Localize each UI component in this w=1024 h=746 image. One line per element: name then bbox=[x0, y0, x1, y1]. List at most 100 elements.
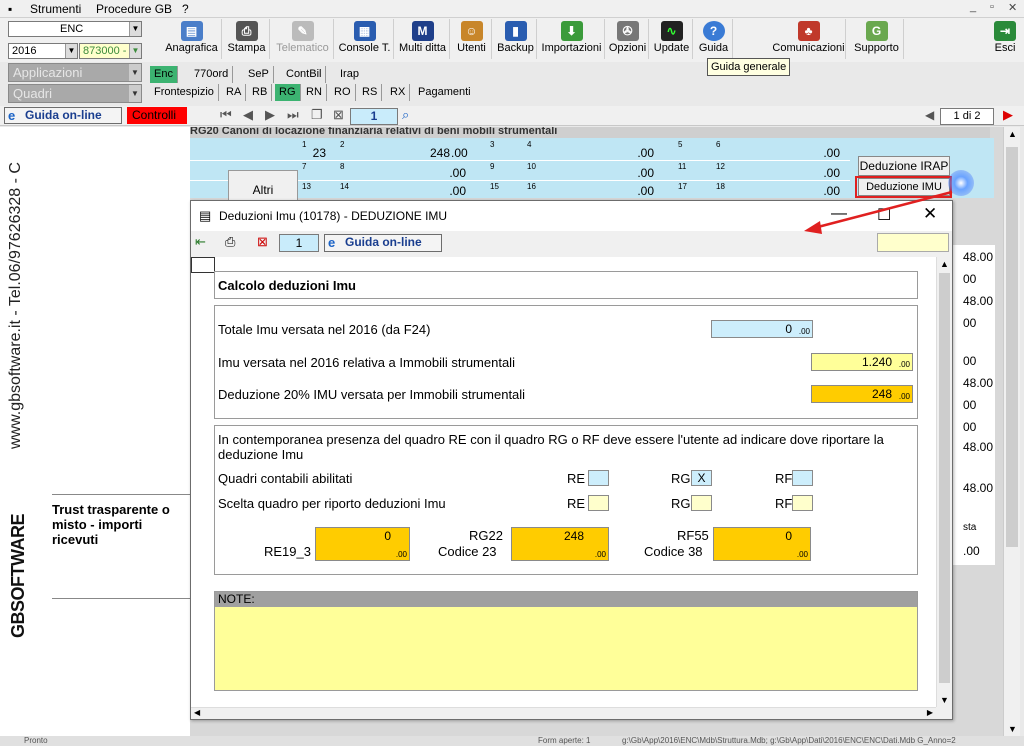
main-scrollbar[interactable]: ▲ ▼ bbox=[1003, 127, 1020, 736]
note-textarea[interactable] bbox=[215, 607, 917, 690]
tab-contbil[interactable]: ContBil bbox=[282, 66, 327, 83]
download-icon: ⬇ bbox=[560, 21, 583, 41]
rg-scelta-checkbox[interactable] bbox=[691, 495, 712, 511]
telematico-button[interactable]: ✎ Telematico bbox=[272, 19, 334, 59]
guida-button[interactable]: ? Guida bbox=[695, 19, 733, 59]
exit-icon[interactable]: ⇤ bbox=[195, 234, 206, 250]
applicazioni-select[interactable]: Applicazioni ▼ bbox=[8, 63, 142, 82]
scroll-down-icon[interactable]: ▼ bbox=[940, 695, 949, 705]
dialog-guida-online-button[interactable]: e Guida on-line bbox=[324, 234, 442, 252]
scroll-left-icon[interactable]: ◀ bbox=[194, 708, 200, 717]
delete-icon[interactable]: ⊠ bbox=[257, 234, 268, 250]
menu-help[interactable]: ? bbox=[182, 2, 189, 16]
company-value: ENC bbox=[60, 23, 84, 35]
tab-rb[interactable]: RB bbox=[248, 84, 273, 101]
tab-enc[interactable]: Enc bbox=[150, 66, 178, 83]
rf-abilitato-checkbox[interactable] bbox=[792, 470, 813, 486]
record-selector[interactable] bbox=[191, 257, 215, 273]
utenti-label: Utenti bbox=[457, 42, 486, 54]
backup-button[interactable]: ▮ Backup bbox=[495, 19, 537, 59]
multi-ditta-button[interactable]: M Multi ditta bbox=[396, 19, 450, 59]
dialog-hscrollbar[interactable]: ◀ ▶ bbox=[191, 707, 936, 719]
dialog-title: Deduzioni Imu (10178) - DEDUZIONE IMU bbox=[219, 209, 448, 223]
chevron-down-icon: ▼ bbox=[65, 44, 77, 58]
backup-label: Backup bbox=[497, 42, 534, 54]
scroll-thumb[interactable] bbox=[939, 273, 950, 683]
rg-abilitato-checkbox[interactable]: X bbox=[691, 470, 712, 486]
field-number: 14 bbox=[340, 182, 349, 191]
menu-strumenti[interactable]: Strumenti bbox=[30, 2, 81, 16]
close-app-button[interactable]: ✕ bbox=[1008, 1, 1017, 14]
help-icon: ? bbox=[702, 21, 725, 41]
tab-ro[interactable]: RO bbox=[330, 84, 356, 101]
prev-page-icon[interactable]: ◀ bbox=[243, 107, 253, 123]
scroll-up-icon[interactable]: ▲ bbox=[940, 259, 949, 269]
imu-strumentali-field[interactable]: 1.240 .00 bbox=[811, 353, 913, 371]
restore-button[interactable]: ▫ bbox=[990, 1, 994, 13]
browser-e-icon: e bbox=[8, 108, 16, 123]
dialog-scrollbar[interactable]: ▲ ▼ bbox=[936, 257, 952, 707]
tab-frontespizio[interactable]: Frontespizio bbox=[150, 84, 219, 101]
console-button[interactable]: ▦ Console T. bbox=[336, 19, 394, 59]
field-number: 11 bbox=[678, 162, 687, 171]
printer-icon[interactable]: ⎙ bbox=[225, 234, 235, 250]
search-page-icon[interactable]: ⌕ bbox=[402, 107, 409, 123]
copy-page-icon[interactable]: ❐ bbox=[311, 107, 323, 123]
importazioni-button[interactable]: ⬇ Importazioni bbox=[539, 19, 605, 59]
re-abilitato-checkbox[interactable] bbox=[588, 470, 609, 486]
scroll-up-icon[interactable]: ▲ bbox=[1008, 129, 1017, 139]
menu-procedure-gb[interactable]: Procedure GB bbox=[96, 2, 172, 16]
controlli-button[interactable]: Controlli bbox=[127, 107, 187, 124]
scroll-down-icon[interactable]: ▼ bbox=[1008, 724, 1017, 734]
quadri-label: Quadri bbox=[13, 86, 53, 101]
page-number-input[interactable]: 1 bbox=[350, 108, 398, 125]
rg20-header: RG20 Canoni di locazione finanziaria rel… bbox=[190, 127, 990, 138]
scroll-thumb[interactable] bbox=[1006, 147, 1018, 547]
last-page-icon[interactable]: ⏭ bbox=[287, 107, 299, 123]
rf-scelta-checkbox[interactable] bbox=[792, 495, 813, 511]
totale-imu-field[interactable]: 0.00 bbox=[711, 320, 813, 338]
tab-770ord[interactable]: 770ord bbox=[190, 66, 234, 83]
comunicazioni-button[interactable]: ♣ Comunicazioni bbox=[772, 19, 846, 59]
prev-record-icon[interactable]: ◀ bbox=[925, 108, 934, 122]
anagrafica-button[interactable]: ▤ Anagrafica bbox=[162, 19, 222, 59]
m-icon: M bbox=[411, 21, 434, 41]
utenti-button[interactable]: ☺ Utenti bbox=[452, 19, 492, 59]
re19-field[interactable]: 0.00 bbox=[315, 527, 410, 561]
tab-rn[interactable]: RN bbox=[302, 84, 327, 101]
guida-online-button[interactable]: e Guida on-line bbox=[4, 107, 122, 124]
update-button[interactable]: ∿ Update bbox=[651, 19, 693, 59]
next-page-icon[interactable]: ▶ bbox=[265, 107, 275, 123]
supporto-button[interactable]: G Supporto bbox=[850, 19, 904, 59]
tab-rg[interactable]: RG bbox=[275, 84, 301, 101]
stampa-button[interactable]: ⎙ Stampa bbox=[224, 19, 270, 59]
scroll-right-icon[interactable]: ▶ bbox=[927, 708, 933, 717]
tab-irap[interactable]: Irap bbox=[336, 66, 363, 83]
re-scelta-checkbox[interactable] bbox=[588, 495, 609, 511]
quadri-select[interactable]: Quadri ▼ bbox=[8, 84, 142, 103]
delete-page-icon[interactable]: ⊠ bbox=[333, 107, 344, 123]
code-select[interactable]: 873000 - ▼ bbox=[79, 43, 142, 59]
rf55-field[interactable]: 0.00 bbox=[713, 527, 811, 561]
first-page-icon[interactable]: ⏮ bbox=[220, 107, 232, 123]
rg22-label: RG22 bbox=[469, 528, 503, 543]
tab-sep[interactable]: SeP bbox=[244, 66, 274, 83]
tab-rx[interactable]: RX bbox=[386, 84, 411, 101]
esci-button[interactable]: ⇥ Esci bbox=[990, 19, 1020, 59]
tab-pagamenti[interactable]: Pagamenti bbox=[414, 84, 475, 101]
year-select[interactable]: 2016 ▼ bbox=[8, 43, 78, 59]
next-record-icon[interactable]: ▶ bbox=[1003, 107, 1013, 123]
tab-rs[interactable]: RS bbox=[358, 84, 383, 101]
chevron-down-icon: ▼ bbox=[129, 64, 141, 81]
side-value: 00 bbox=[963, 398, 977, 412]
minimize-button[interactable]: _ bbox=[970, 1, 976, 13]
deduzione-irap-button[interactable]: Deduzione IRAP bbox=[858, 156, 950, 176]
decimal-suffix: .00 bbox=[637, 146, 654, 160]
tab-ra[interactable]: RA bbox=[222, 84, 247, 101]
dialog-page-input[interactable]: 1 bbox=[279, 234, 319, 252]
company-select[interactable]: ENC ▼ bbox=[8, 21, 142, 37]
rg22-field[interactable]: 248.00 bbox=[511, 527, 609, 561]
comunicazioni-label: Comunicazioni bbox=[772, 42, 845, 54]
deduzione-field[interactable]: 248.00 bbox=[811, 385, 913, 403]
opzioni-button[interactable]: ✇ Opzioni bbox=[607, 19, 649, 59]
